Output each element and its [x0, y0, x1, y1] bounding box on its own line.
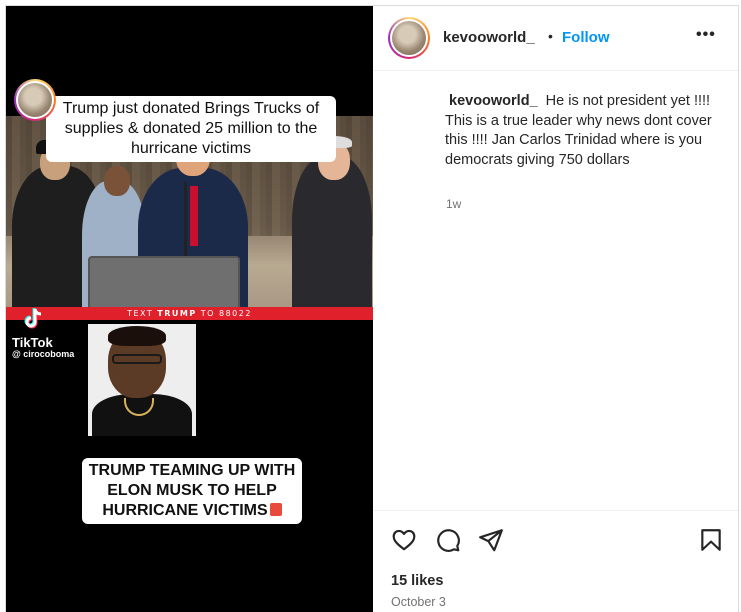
separator-dot: • — [548, 28, 553, 44]
microphone — [184, 182, 187, 256]
actions-divider — [374, 510, 738, 511]
heart-icon[interactable] — [391, 527, 417, 553]
creator-hair — [108, 326, 166, 346]
comment-bubble-icon[interactable] — [435, 527, 461, 553]
paper-plane-icon[interactable] — [478, 527, 504, 553]
avatar-image — [392, 21, 426, 55]
tiktok-label: TikTok — [12, 335, 53, 350]
tiktok-handle: @ cirocoboma — [12, 349, 75, 359]
tiktok-logo-icon — [24, 308, 42, 329]
likes-count[interactable]: 15 likes — [391, 573, 443, 589]
caption-avatar[interactable] — [14, 79, 56, 121]
post-media[interactable]: Trump just donated Brings Trucks of supp… — [6, 6, 373, 612]
speaker-tie — [190, 186, 198, 246]
post-caption: kevooworld_ He is not president yet !!!!… — [445, 92, 727, 170]
banner-suffix: TO 88022 — [196, 309, 252, 318]
video-caption-bottom: TRUMP TEAMING UP WITH ELON MUSK TO HELP … — [82, 458, 302, 524]
person-second-head — [104, 166, 130, 196]
author-avatar[interactable] — [388, 17, 430, 59]
creator-video-inset — [88, 324, 196, 436]
post-header: kevooworld_ • Follow ••• — [374, 6, 738, 71]
video-caption-top: Trump just donated Brings Trucks of supp… — [46, 96, 336, 162]
more-options-icon[interactable]: ••• — [696, 26, 718, 46]
caption-timestamp[interactable]: 1w — [446, 197, 461, 211]
text-banner: TEXT TRUMP TO 88022 — [6, 307, 373, 320]
bookmark-icon[interactable] — [698, 527, 724, 553]
follow-button[interactable]: Follow — [562, 29, 610, 46]
banner-prefix: TEXT — [127, 309, 158, 318]
person-right — [292, 156, 372, 316]
avatar-image — [18, 83, 52, 117]
bottom-caption-text: TRUMP TEAMING UP WITH ELON MUSK TO HELP … — [88, 462, 296, 519]
banner-keyword: TRUMP — [157, 309, 197, 318]
creator-glasses — [112, 354, 162, 364]
alert-emoji-icon — [269, 503, 282, 516]
author-username[interactable]: kevooworld_ — [443, 29, 535, 46]
caption-username[interactable]: kevooworld_ — [449, 93, 538, 109]
post-date[interactable]: October 3 — [391, 595, 446, 609]
